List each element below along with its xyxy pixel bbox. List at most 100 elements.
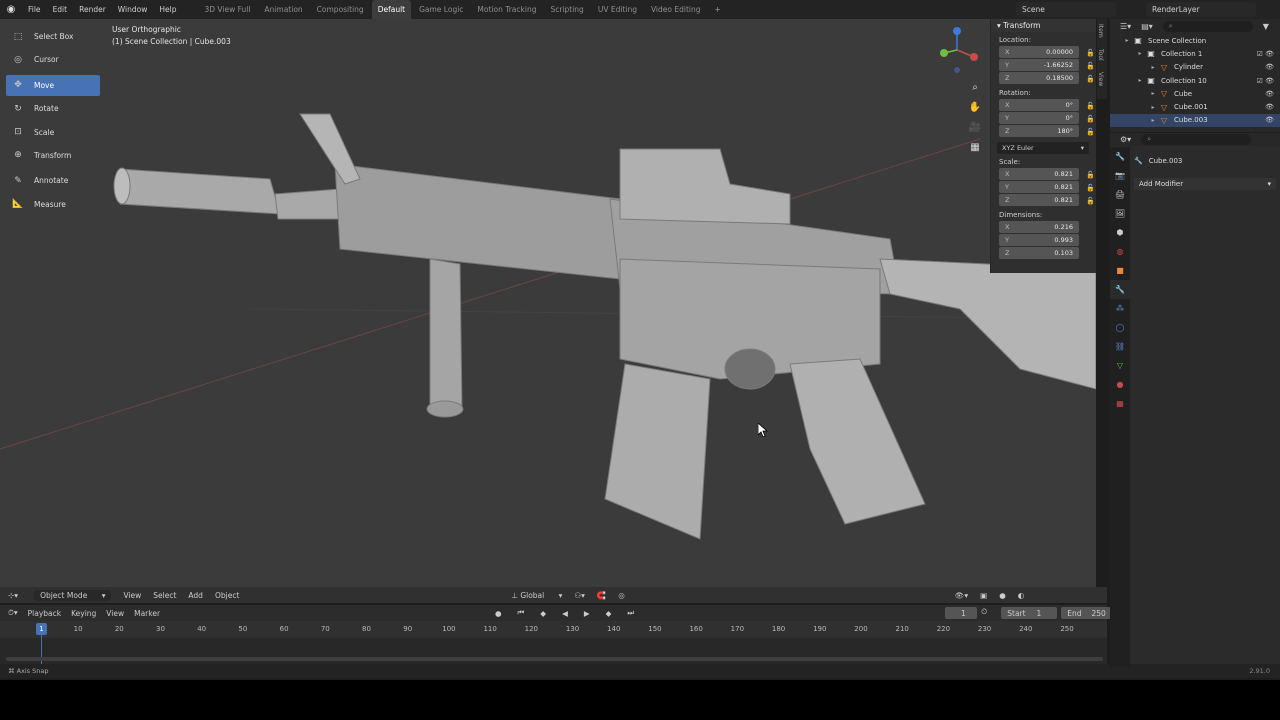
menu-marker[interactable]: Marker	[134, 609, 160, 618]
dimensions-z-field[interactable]: Z 0.103	[999, 247, 1079, 259]
tab-3d-view-full[interactable]: 3D View Full	[198, 0, 256, 19]
menu-render[interactable]: Render	[73, 0, 112, 19]
tool-annotate[interactable]: ✎ Annotate	[6, 170, 100, 191]
disclosure-triangle-icon[interactable]: ▸	[1148, 104, 1158, 111]
view-layer-selector[interactable]: RenderLayer	[1146, 2, 1256, 17]
disclosure-triangle-icon[interactable]: ▸	[1135, 77, 1145, 84]
menu-view[interactable]: View	[106, 609, 124, 618]
lock-icon[interactable]: 🔓	[1086, 128, 1095, 136]
outliner-item[interactable]: ▸ ▽ Cube 👁	[1110, 87, 1280, 100]
display-mode-icon[interactable]: ▤▾	[1141, 22, 1153, 31]
physics-tab-icon[interactable]: ◯	[1110, 318, 1130, 337]
tab-game-logic[interactable]: Game Logic	[413, 0, 469, 19]
shading-solid-icon[interactable]: ●	[999, 591, 1006, 600]
object-tab-icon[interactable]: ■	[1110, 261, 1130, 280]
tool-move[interactable]: ✥ Move	[6, 74, 100, 96]
disclosure-triangle-icon[interactable]: ▸	[1148, 117, 1158, 124]
tab-item[interactable]: Item	[1097, 19, 1104, 43]
3d-viewport[interactable]: User Orthographic (1) Scene Collection |…	[0, 19, 1096, 587]
xray-icon[interactable]: ▣	[980, 591, 987, 600]
scene-selector[interactable]: Scene	[1016, 2, 1116, 17]
play-icon[interactable]: ▶	[584, 609, 590, 618]
visibility-toggles[interactable]: ☑ 👁	[1257, 77, 1274, 85]
world-tab-icon[interactable]: ◍	[1110, 242, 1130, 261]
timeline-scrollbar[interactable]	[6, 657, 1103, 661]
modifier-tab-icon[interactable]: 🔧	[1110, 280, 1130, 299]
zoom-icon[interactable]: ⌕	[966, 77, 984, 97]
view-layer-tab-icon[interactable]: 🖼	[1110, 204, 1130, 223]
navigation-gizmo[interactable]	[932, 25, 982, 75]
rotation-x-field[interactable]: X 0°	[999, 99, 1079, 111]
tab-motion-tracking[interactable]: Motion Tracking	[471, 0, 542, 19]
lock-icon[interactable]: 🔓	[1086, 62, 1095, 70]
data-tab-icon[interactable]: ▽	[1110, 356, 1130, 375]
outliner-search-input[interactable]: ⌕	[1162, 21, 1253, 32]
tool-transform[interactable]: ⊕ Transform	[6, 145, 100, 166]
tab-view[interactable]: View	[1097, 67, 1104, 91]
visibility-toggles[interactable]: 👁	[1265, 63, 1274, 71]
record-icon[interactable]: ●	[495, 609, 502, 618]
blender-logo-icon[interactable]: ◉	[0, 0, 22, 19]
play-reverse-icon[interactable]: ◀	[562, 609, 568, 618]
lock-icon[interactable]: 🔓	[1086, 75, 1095, 83]
tab-animation[interactable]: Animation	[258, 0, 308, 19]
scene-tab-icon[interactable]: ⬢	[1110, 223, 1130, 242]
tool-rotate[interactable]: ↻ Rotate	[6, 98, 100, 119]
menu-edit[interactable]: Edit	[47, 0, 74, 19]
disclosure-triangle-icon[interactable]: ▸	[1148, 64, 1158, 71]
object-mode-dropdown[interactable]: Object Mode ▾	[34, 589, 112, 601]
disclosure-triangle-icon[interactable]: ▸	[1135, 50, 1145, 57]
pivot-icon[interactable]: ⚇▾	[574, 591, 585, 600]
dimensions-y-field[interactable]: Y 0.993	[999, 234, 1079, 246]
tool-measure[interactable]: 📐 Measure	[6, 194, 100, 215]
current-frame-field[interactable]: 1	[945, 607, 977, 619]
grid-icon[interactable]: ▦	[966, 137, 984, 157]
outliner-item[interactable]: ▸ ▽ Cube.003 👁	[1110, 113, 1280, 128]
visibility-toggles[interactable]: ☑ 👁	[1257, 50, 1274, 58]
output-tab-icon[interactable]: 🖨	[1110, 185, 1130, 204]
menu-object[interactable]: Object	[215, 591, 239, 600]
constraints-tab-icon[interactable]: ⛓	[1110, 337, 1130, 356]
properties-search-input[interactable]: ⌕	[1141, 134, 1252, 145]
tab-default[interactable]: Default	[371, 0, 412, 19]
clock-icon[interactable]: ⏲	[981, 607, 987, 619]
scale-x-field[interactable]: X 0.821	[999, 168, 1079, 180]
rotation-mode-dropdown[interactable]: XYZ Euler ▾	[997, 142, 1089, 154]
tool-scale[interactable]: ⊡ Scale	[6, 122, 100, 143]
location-y-field[interactable]: Y -1.66252	[999, 59, 1079, 71]
add-modifier-dropdown[interactable]: Add Modifier ▾	[1134, 178, 1276, 190]
tool-select-box[interactable]: ⬚ Select Box	[6, 26, 100, 47]
filter-icon[interactable]: ▼	[1263, 22, 1269, 31]
rotation-y-field[interactable]: Y 0°	[999, 112, 1079, 124]
rotation-z-field[interactable]: Z 180°	[999, 125, 1079, 137]
camera-icon[interactable]: 🎥	[966, 117, 984, 137]
render-tab-icon[interactable]: 📷	[1110, 166, 1130, 185]
visibility-toggles[interactable]: 👁	[1265, 90, 1274, 98]
outliner-item[interactable]: ▸ ▣ Collection 10 ☑ 👁	[1110, 74, 1280, 87]
menu-window[interactable]: Window	[112, 0, 154, 19]
lock-icon[interactable]: 🔓	[1086, 115, 1095, 123]
lock-icon[interactable]: 🔓	[1086, 171, 1095, 179]
disclosure-triangle-icon[interactable]: ▸	[1148, 90, 1158, 97]
tab-scripting[interactable]: Scripting	[544, 0, 589, 19]
transform-panel-header[interactable]: ▾ Transform	[991, 19, 1096, 32]
outliner-item[interactable]: ▸ ▽ Cube.001 👁	[1110, 100, 1280, 113]
outliner-item[interactable]: ▸ ▽ Cylinder 👁	[1110, 61, 1280, 74]
lock-icon[interactable]: 🔓	[1086, 49, 1095, 57]
location-x-field[interactable]: X 0.00000	[999, 46, 1079, 58]
next-key-icon[interactable]: ◆	[606, 609, 612, 618]
prev-key-icon[interactable]: ◆	[540, 609, 546, 618]
proportional-edit-icon[interactable]: ◎	[618, 591, 625, 600]
scale-z-field[interactable]: Z 0.821	[999, 194, 1079, 206]
tool-cursor[interactable]: ◎ Cursor	[6, 49, 100, 70]
particles-tab-icon[interactable]: ⁂	[1110, 299, 1130, 318]
menu-playback[interactable]: Playback	[28, 609, 61, 618]
editor-type-icon[interactable]: ☰▾	[1120, 22, 1131, 31]
menu-add[interactable]: Add	[188, 591, 203, 600]
menu-keying[interactable]: Keying	[71, 609, 96, 618]
pan-hand-icon[interactable]: ✋	[966, 97, 984, 117]
tab-video-editing[interactable]: Video Editing	[645, 0, 707, 19]
frame-ruler[interactable]: 10 20 30 40 50 60 70 80 90 100 110 120 130 140 150 160 1…	[0, 621, 1107, 638]
material-tab-icon[interactable]: ●	[1110, 375, 1130, 394]
add-workspace-button[interactable]: +	[709, 0, 727, 19]
